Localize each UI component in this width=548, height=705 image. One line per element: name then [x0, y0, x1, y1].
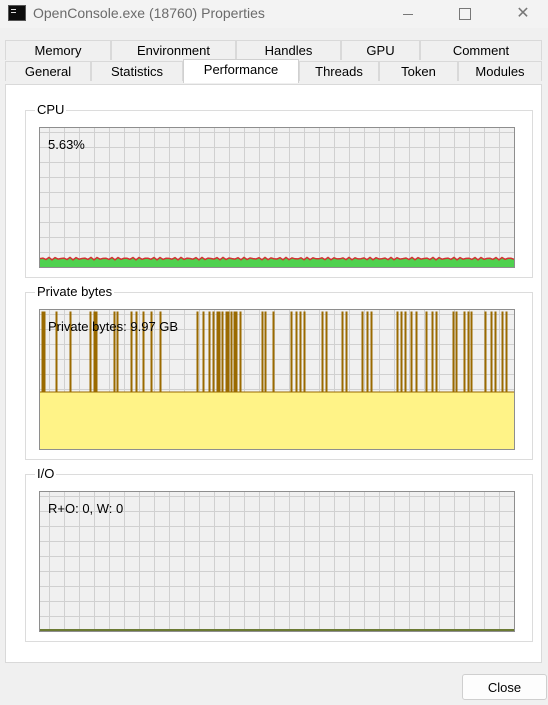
title-bar: OpenConsole.exe (18760) Properties ✕	[0, 0, 548, 28]
close-button[interactable]: Close	[462, 674, 547, 700]
performance-panel: CPU 5.63% Private bytes Private bytes: 9…	[5, 84, 542, 663]
cpu-graph: 5.63%	[39, 127, 515, 268]
io-group: I/O R+O: 0, W: 0	[25, 466, 533, 642]
tab-token[interactable]: Token	[379, 61, 458, 81]
maximize-button[interactable]	[442, 0, 488, 28]
graph-grid	[40, 128, 514, 267]
tab-environment[interactable]: Environment	[111, 40, 236, 60]
tab-comment[interactable]: Comment	[420, 40, 542, 60]
window-title: OpenConsole.exe (18760) Properties	[33, 5, 265, 21]
close-icon: ✕	[516, 5, 530, 22]
tab-statistics[interactable]: Statistics	[91, 61, 183, 81]
io-graph: R+O: 0, W: 0	[39, 491, 515, 632]
tab-memory[interactable]: Memory	[5, 40, 111, 60]
tab-general[interactable]: General	[5, 61, 91, 81]
io-label: R+O: 0, W: 0	[48, 501, 124, 516]
tab-modules[interactable]: Modules	[458, 61, 542, 81]
console-app-icon	[8, 5, 26, 21]
tab-performance[interactable]: Performance	[183, 59, 299, 83]
tab-strip: Memory Environment Handles GPU Comment G…	[5, 40, 542, 84]
private-bytes-group-label: Private bytes	[35, 284, 115, 300]
cpu-graph-canvas	[40, 128, 514, 267]
cpu-usage-label: 5.63%	[48, 137, 85, 152]
tab-handles[interactable]: Handles	[236, 40, 341, 60]
cpu-group-label: CPU	[35, 102, 67, 118]
close-window-button[interactable]: ✕	[500, 0, 546, 28]
tab-gpu[interactable]: GPU	[341, 40, 420, 60]
io-group-label: I/O	[35, 466, 57, 482]
minimize-button[interactable]	[385, 0, 431, 28]
minimize-icon	[403, 13, 413, 15]
private-bytes-label: Private bytes: 9.97 GB	[48, 319, 179, 334]
cpu-group: CPU 5.63%	[25, 102, 533, 278]
private-bytes-group: Private bytes Private bytes: 9.97 GB	[25, 284, 533, 460]
private-bytes-graph: Private bytes: 9.97 GB	[39, 309, 515, 450]
maximize-icon	[459, 8, 471, 20]
tab-threads[interactable]: Threads	[299, 61, 379, 81]
